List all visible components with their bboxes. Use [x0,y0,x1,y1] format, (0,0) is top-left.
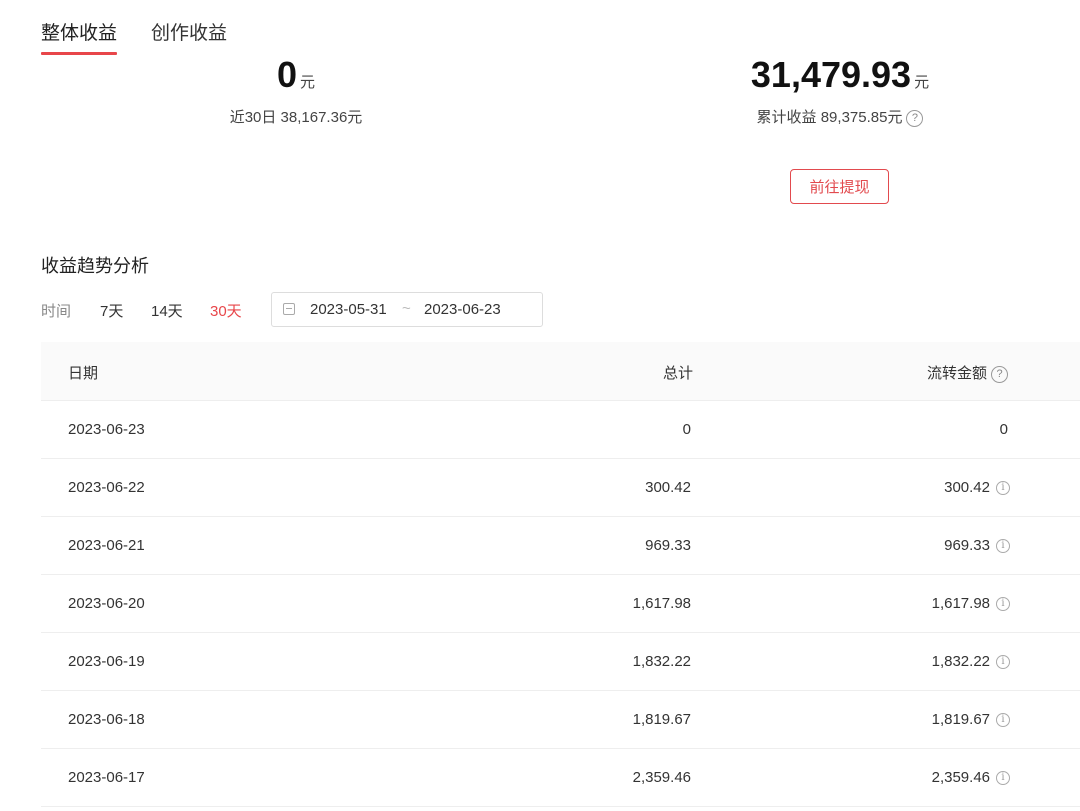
info-icon[interactable]: i [996,597,1010,611]
info-icon[interactable]: i [996,771,1010,785]
row-date: 2023-06-17 [68,769,145,786]
header-total: 总计 [662,365,693,382]
row-total: 969.33 [645,537,691,554]
table-row: 2023-06-20 1,617.98 1,617.98 i [41,575,1080,633]
range-30-days[interactable]: 30天 [210,300,242,321]
balance-unit: 元 [914,74,930,91]
header-date: 日期 [68,365,99,382]
table-row: 2023-06-17 2,359.46 2,359.46 i [41,749,1080,807]
row-total: 2,359.46 [632,769,691,786]
table-row: 2023-06-19 1,832.22 1,832.22 i [41,633,1080,691]
date-end[interactable]: 2023-06-23 [424,301,501,318]
income-table: 日期 总计 流转金额? 2023-06-23 0 0 2023-06-22 300.42… [41,342,1080,807]
total-income: 累计收益 89,375.85元 [756,109,903,126]
today-income-stat: 0元 近30日 38,167.36元 [196,52,396,127]
row-date: 2023-06-22 [68,479,145,496]
row-date: 2023-06-19 [68,653,145,670]
today-income-value: 0 [276,54,297,95]
row-date: 2023-06-21 [68,537,145,554]
time-label: 时间 [41,303,72,320]
table-row: 2023-06-22 300.42 300.42 i [41,459,1080,517]
info-icon[interactable]: i [996,539,1010,553]
header-flow-amount: 流转金额? [927,362,1008,383]
row-flow-amount: 2,359.46 [931,769,990,786]
info-icon[interactable]: i [996,481,1010,495]
section-title: 收益趋势分析 [41,256,149,276]
table-row: 2023-06-21 969.33 969.33 i [41,517,1080,575]
row-flow-amount: 300.42 [944,479,990,496]
help-icon[interactable]: ? [991,366,1008,383]
date-range-picker[interactable]: 2023-05-31 ~ 2023-06-23 [271,292,543,327]
range-7-days[interactable]: 7天 [100,300,123,321]
date-separator: ~ [402,300,411,317]
balance-stat: 31,479.93 元 累计收益 89,375.85元? [690,52,990,127]
date-start[interactable]: 2023-05-31 [310,301,387,318]
today-income-unit: 元 [300,74,316,91]
row-total: 1,819.67 [632,711,691,728]
row-total: 1,832.22 [632,653,691,670]
row-total: 1,617.98 [632,595,691,612]
row-total: 300.42 [645,479,691,496]
help-icon[interactable]: ? [906,110,924,127]
table-row: 2023-06-23 0 0 [41,401,1080,459]
row-date: 2023-06-23 [68,421,145,438]
row-flow-amount: 1,832.22 [931,653,990,670]
info-icon[interactable]: i [996,713,1010,727]
row-flow-amount: 1,617.98 [931,595,990,612]
row-flow-amount: 1,819.67 [931,711,990,728]
balance-value: 31,479.93 [750,54,912,95]
table-header: 日期 总计 流转金额? [41,342,1080,401]
row-date: 2023-06-18 [68,711,145,728]
calendar-icon [283,303,295,315]
table-row: 2023-06-18 1,819.67 1,819.67 i [41,691,1080,749]
row-flow-amount: 969.33 [944,537,990,554]
withdraw-button[interactable]: 前往提现 [790,169,889,204]
row-flow-amount: 0 [999,421,1008,438]
row-total: 0 [682,421,691,438]
range-14-days[interactable]: 14天 [151,300,183,321]
row-date: 2023-06-20 [68,595,145,612]
info-icon[interactable]: i [996,655,1010,669]
last-30-days-income: 近30日 38,167.36元 [229,109,363,126]
tab-overall-income[interactable]: 整体收益 [41,18,118,55]
tab-creation-income[interactable]: 创作收益 [151,18,227,45]
